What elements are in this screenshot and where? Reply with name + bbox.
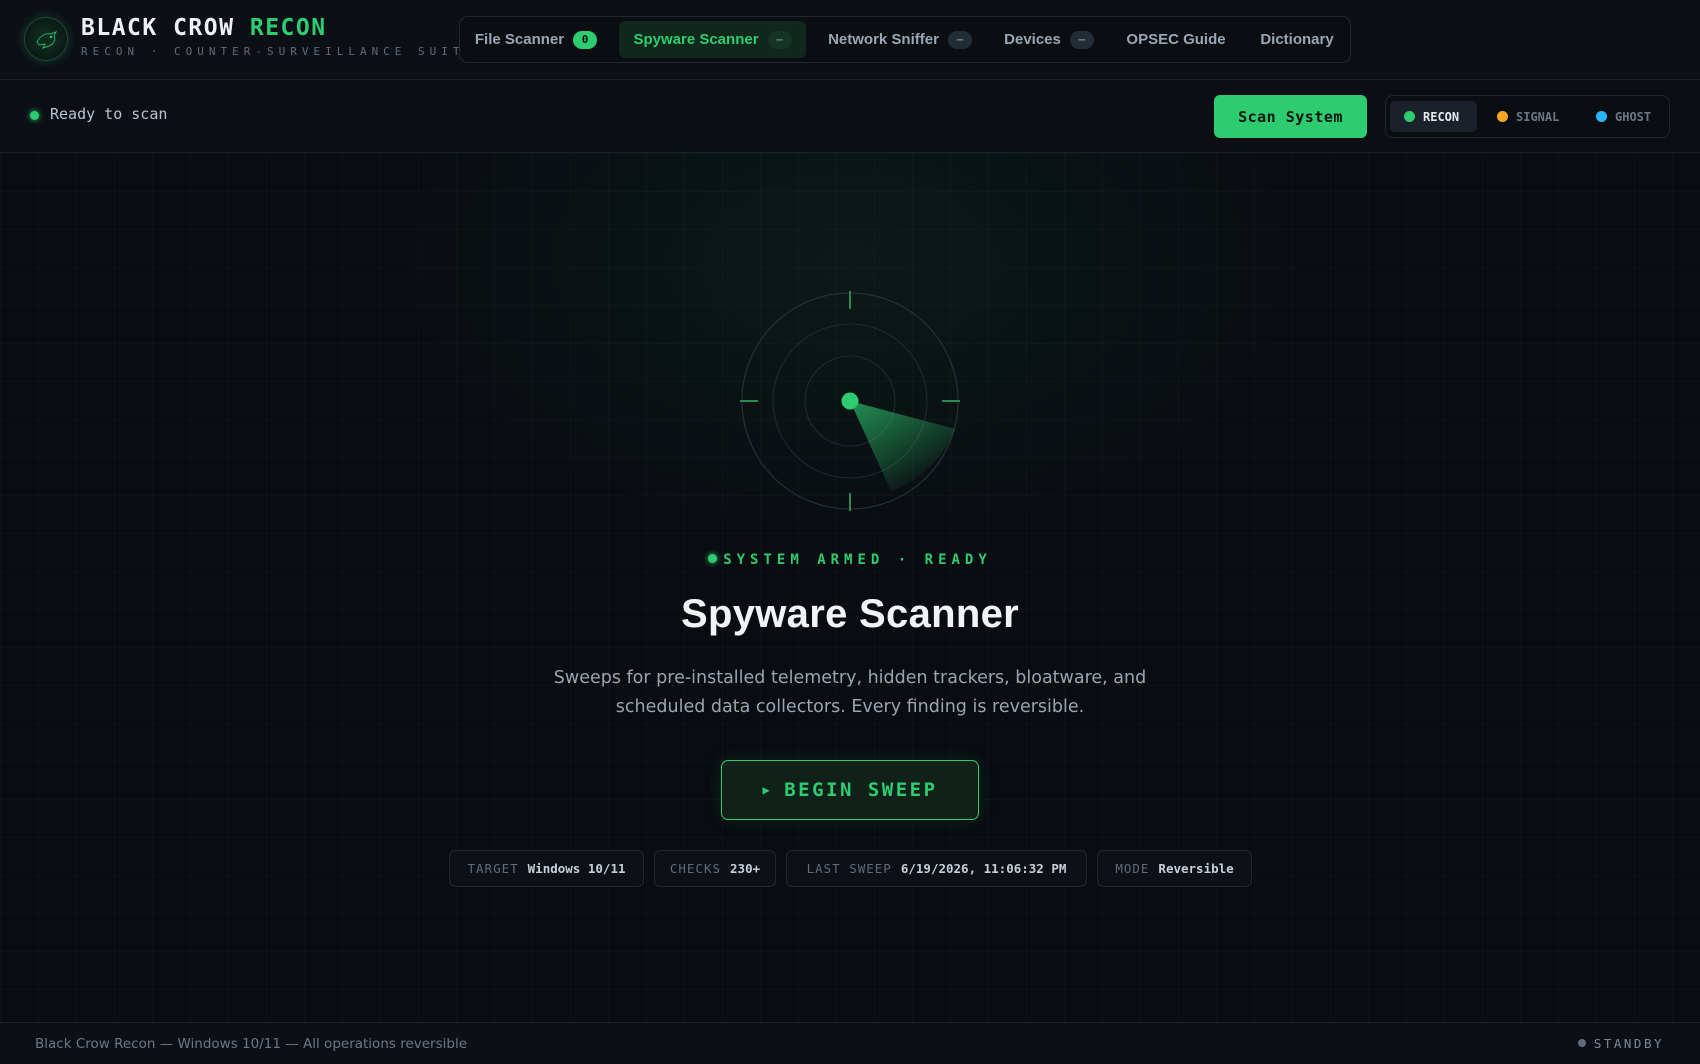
chip-key: TARGET	[467, 861, 519, 876]
tab-dictionary[interactable]: Dictionary	[1248, 21, 1346, 58]
tab-network-sniffer[interactable]: Network Sniffer –	[817, 21, 983, 58]
begin-sweep-button[interactable]: ▶ BEGIN SWEEP	[721, 760, 979, 820]
standby-indicator-dot	[1577, 1039, 1586, 1047]
tab-file-scanner[interactable]: File Scanner 0	[464, 21, 608, 58]
tab-count-badge: –	[767, 30, 792, 49]
footer-text: Black Crow Recon — Windows 10/11 — All o…	[35, 1036, 468, 1052]
theme-label: SIGNAL	[1516, 109, 1560, 124]
play-icon: ▶	[762, 783, 773, 797]
standby-status: STANDBY	[1577, 1036, 1664, 1051]
tab-label: Devices	[1004, 31, 1061, 48]
radar-icon	[740, 291, 960, 511]
toolbar: Ready to scan Scan System RECON SIGNAL G…	[0, 80, 1700, 153]
chip-key: CHECKS	[669, 861, 722, 876]
status-text: Ready to scan	[50, 105, 168, 123]
brand-tagline: RECON · COUNTER-SURVEILLANCE SUITE	[81, 45, 477, 58]
crow-icon	[24, 17, 68, 61]
begin-sweep-label: BEGIN SWEEP	[784, 779, 938, 801]
tab-label: Dictionary	[1260, 31, 1334, 48]
main-nav: File Scanner 0 Spyware Scanner – Network…	[459, 16, 1351, 63]
tab-label: File Scanner	[474, 31, 565, 48]
app-footer: Black Crow Recon — Windows 10/11 — All o…	[0, 1022, 1700, 1064]
armed-indicator-dot	[708, 554, 718, 563]
main-panel: SYSTEM ARMED · READY Spyware Scanner Swe…	[0, 153, 1700, 1022]
tab-opsec-guide[interactable]: OPSEC Guide	[1115, 21, 1237, 58]
tab-count-badge: 0	[573, 30, 598, 49]
theme-color-dot	[1596, 111, 1607, 122]
tab-label: Network Sniffer	[828, 31, 939, 48]
tab-label: OPSEC Guide	[1126, 31, 1226, 48]
armed-status: SYSTEM ARMED · READY	[0, 552, 1700, 568]
app-header: BLACK CROW RECON RECON · COUNTER-SURVEIL…	[0, 0, 1700, 80]
page-title: Spyware Scanner	[681, 592, 1019, 636]
chip-value: Windows 10/11	[527, 861, 626, 876]
brand-accent: RECON	[249, 15, 327, 41]
info-chip-mode: MODE Reversible	[1097, 850, 1252, 887]
tab-count-badge: –	[1069, 30, 1094, 49]
chip-key: MODE	[1115, 861, 1150, 876]
info-chip-last-sweep: LAST SWEEP 6/19/2026, 11:06:32 PM	[786, 850, 1087, 887]
info-chip-target: TARGET Windows 10/11	[449, 850, 644, 887]
theme-label: GHOST	[1615, 109, 1652, 124]
chip-value: Reversible	[1158, 861, 1234, 876]
chip-value: 6/19/2026, 11:06:32 PM	[900, 861, 1067, 876]
standby-label: STANDBY	[1593, 1036, 1664, 1051]
tab-devices[interactable]: Devices –	[994, 21, 1104, 58]
chip-value: 230+	[730, 861, 761, 876]
theme-option-signal[interactable]: SIGNAL	[1483, 101, 1578, 132]
theme-label: RECON	[1423, 109, 1460, 124]
chip-key: LAST SWEEP	[806, 861, 892, 876]
theme-color-dot	[1404, 111, 1415, 122]
brand-title: BLACK CROW RECON	[81, 15, 327, 41]
theme-option-ghost[interactable]: GHOST	[1582, 101, 1666, 132]
theme-color-dot	[1497, 111, 1508, 122]
theme-option-recon[interactable]: RECON	[1390, 101, 1477, 132]
page-description: Sweeps for pre-installed telemetry, hidd…	[553, 668, 1147, 717]
brand-main: BLACK CROW	[81, 15, 235, 41]
scan-system-button[interactable]: Scan System	[1214, 95, 1367, 138]
tab-spyware-scanner[interactable]: Spyware Scanner –	[619, 21, 806, 58]
status-indicator	[30, 111, 39, 120]
tab-label: Spyware Scanner	[633, 31, 759, 48]
info-chip-checks: CHECKS 230+	[654, 850, 776, 887]
tab-count-badge: –	[947, 30, 972, 49]
theme-switcher: RECON SIGNAL GHOST	[1385, 95, 1670, 138]
armed-status-text: SYSTEM ARMED · READY	[723, 552, 992, 568]
